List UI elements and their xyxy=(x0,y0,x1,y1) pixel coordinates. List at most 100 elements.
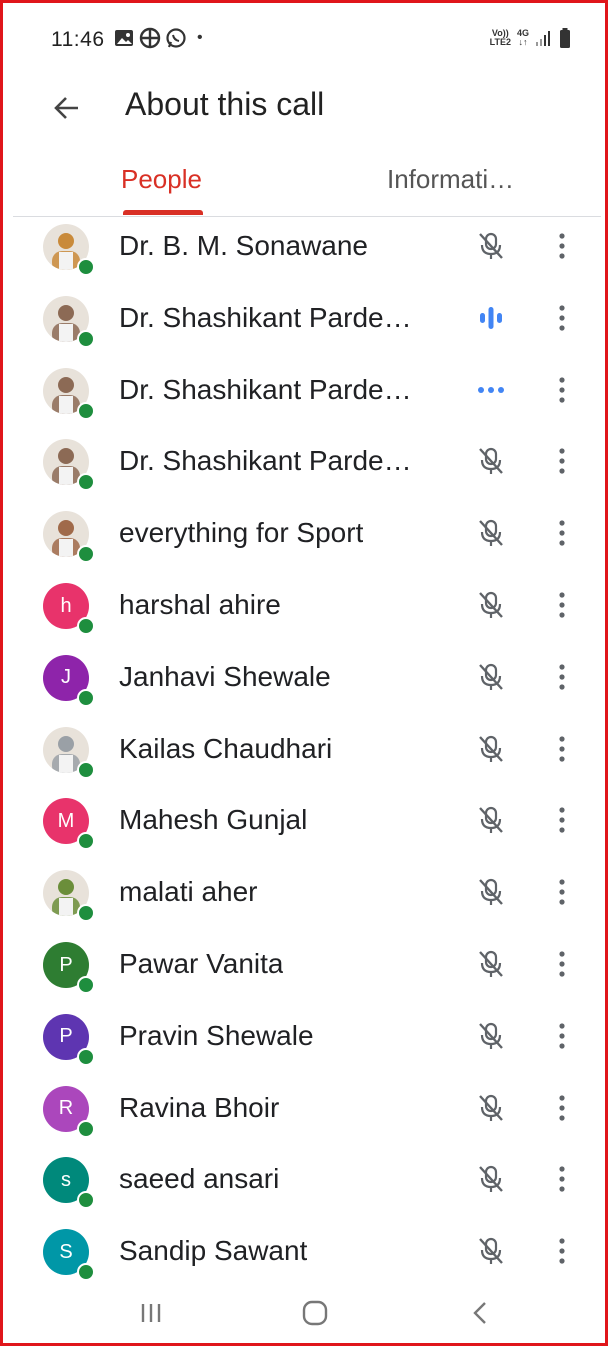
status-bar: 11:46 • Vo)) LTE2 4G ↓↑ xyxy=(13,6,601,76)
participant-name: Pawar Vanita xyxy=(119,948,284,979)
more-vertical-icon[interactable] xyxy=(547,1233,577,1269)
participant-name: Dr. Shashikant Parde… xyxy=(119,301,412,333)
more-vertical-icon[interactable] xyxy=(547,443,577,479)
app-header: About this call xyxy=(13,76,601,146)
participant-row[interactable]: J Janhavi Shewale xyxy=(13,641,601,713)
online-status-dot xyxy=(77,1047,95,1066)
participant-name: harshal ahire xyxy=(119,589,281,620)
online-status-dot xyxy=(77,1119,95,1138)
volte-indicator: Vo)) LTE2 xyxy=(490,29,511,47)
online-status-dot xyxy=(77,976,95,994)
mic-off-icon xyxy=(475,1163,507,1195)
tab-bar: People Informati… xyxy=(13,154,601,217)
participant-name: Mahesh Gunjal xyxy=(119,804,308,836)
participant-row[interactable]: everything for Sport xyxy=(13,497,601,569)
recent-apps-icon[interactable] xyxy=(131,1296,171,1330)
participant-name: Dr. Shashikant Parde… xyxy=(119,445,412,477)
participant-row[interactable]: Dr. Shashikant Parde… xyxy=(13,354,601,426)
system-nav-bar xyxy=(13,1282,601,1342)
audio-level-icon xyxy=(475,302,507,334)
participant-row[interactable]: s saeed ansari xyxy=(13,1143,601,1215)
tab-people[interactable]: People xyxy=(121,164,202,195)
participant-row[interactable]: R Ravina Bhoir xyxy=(13,1072,601,1144)
more-vertical-icon[interactable] xyxy=(547,874,577,910)
participant-name: Kailas Chaudhari xyxy=(119,732,333,764)
more-vertical-icon[interactable] xyxy=(547,1090,577,1126)
mic-off-icon xyxy=(475,804,507,836)
participant-row[interactable]: P Pravin Shewale xyxy=(13,1000,601,1072)
participant-name: Janhavi Shewale xyxy=(119,660,331,692)
whatsapp-icon xyxy=(166,28,186,48)
participant-row[interactable]: Dr. B. M. Sonawane xyxy=(13,210,601,282)
online-status-dot xyxy=(77,473,95,492)
app-grid-icon xyxy=(139,27,161,49)
page-title: About this call xyxy=(125,86,325,122)
participant-name: everything for Sport xyxy=(119,517,364,549)
participant-name: Dr. B. M. Sonawane xyxy=(119,230,369,261)
participant-name: Dr. Shashikant Parde… xyxy=(119,373,412,405)
app-screen: 11:46 • Vo)) LTE2 4G ↓↑ About this call … xyxy=(13,6,601,1343)
more-vertical-icon[interactable] xyxy=(547,515,577,551)
more-vertical-icon[interactable] xyxy=(547,1161,577,1197)
more-vertical-icon[interactable] xyxy=(547,587,577,623)
online-status-dot xyxy=(77,401,95,420)
network-indicator: 4G ↓↑ xyxy=(517,29,529,47)
back-nav-icon[interactable] xyxy=(461,1296,501,1330)
more-vertical-icon[interactable] xyxy=(547,731,577,767)
participant-row[interactable]: h harshal ahire xyxy=(13,569,601,641)
status-time: 11:46 xyxy=(51,28,105,51)
avatar-initial: R xyxy=(58,1097,74,1120)
more-vertical-icon[interactable] xyxy=(547,228,577,264)
online-status-dot xyxy=(77,617,95,635)
participant-row[interactable]: Dr. Shashikant Parde… xyxy=(13,282,601,354)
participant-name: malati aher xyxy=(119,876,258,908)
mic-off-icon xyxy=(475,230,507,262)
screen-frame: 11:46 • Vo)) LTE2 4G ↓↑ About this call … xyxy=(0,0,608,1346)
mic-off-icon xyxy=(475,1235,507,1267)
participant-row[interactable]: S Sandip Sawant xyxy=(13,1215,601,1287)
mic-off-icon xyxy=(475,1020,507,1052)
mic-off-icon xyxy=(475,876,507,908)
avatar-initial: h xyxy=(60,594,72,617)
participant-row[interactable]: Dr. Shashikant Parde… xyxy=(13,425,601,497)
mic-off-icon xyxy=(475,445,507,477)
participant-name: Sandip Sawant xyxy=(119,1235,308,1267)
avatar-initial: s xyxy=(61,1168,71,1191)
online-status-dot xyxy=(77,832,95,851)
mic-off-icon xyxy=(475,589,507,621)
signal-icon xyxy=(536,31,550,46)
more-vertical-icon[interactable] xyxy=(547,300,577,336)
mic-off-icon xyxy=(475,1092,507,1124)
avatar-initial: P xyxy=(59,1025,73,1048)
more-vertical-icon[interactable] xyxy=(547,372,577,408)
avatar-initial: M xyxy=(57,809,75,832)
participant-row[interactable]: M Mahesh Gunjal xyxy=(13,784,601,856)
more-vertical-icon[interactable] xyxy=(547,1018,577,1054)
participant-row[interactable]: P Pawar Vanita xyxy=(13,928,601,1000)
participant-name: Ravina Bhoir xyxy=(119,1091,280,1123)
battery-icon xyxy=(560,28,570,48)
home-icon[interactable] xyxy=(295,1296,335,1330)
participant-row[interactable]: malati aher xyxy=(13,856,601,928)
online-status-dot xyxy=(77,904,95,923)
mic-off-icon xyxy=(475,733,507,765)
avatar-initial: J xyxy=(61,666,71,689)
volte-bottom: LTE2 xyxy=(489,37,511,47)
tab-information[interactable]: Informati… xyxy=(387,164,514,195)
more-vertical-icon[interactable] xyxy=(547,659,577,695)
online-status-dot xyxy=(77,1263,95,1282)
more-vertical-icon[interactable] xyxy=(547,946,577,982)
participant-row[interactable]: Kailas Chaudhari xyxy=(13,713,601,785)
status-dot: • xyxy=(197,29,203,46)
online-status-dot xyxy=(77,688,95,707)
participant-name: saeed ansari xyxy=(119,1163,280,1195)
online-status-dot xyxy=(77,760,95,779)
mic-off-icon xyxy=(475,661,507,693)
system-indicators: Vo)) LTE2 4G ↓↑ xyxy=(490,28,571,48)
arrow-left-icon[interactable] xyxy=(51,92,83,124)
more-vertical-icon[interactable] xyxy=(547,802,577,838)
mic-off-icon xyxy=(475,948,507,980)
online-status-dot xyxy=(77,258,95,276)
online-status-dot xyxy=(77,329,95,348)
dots-horizontal-icon xyxy=(475,374,507,406)
